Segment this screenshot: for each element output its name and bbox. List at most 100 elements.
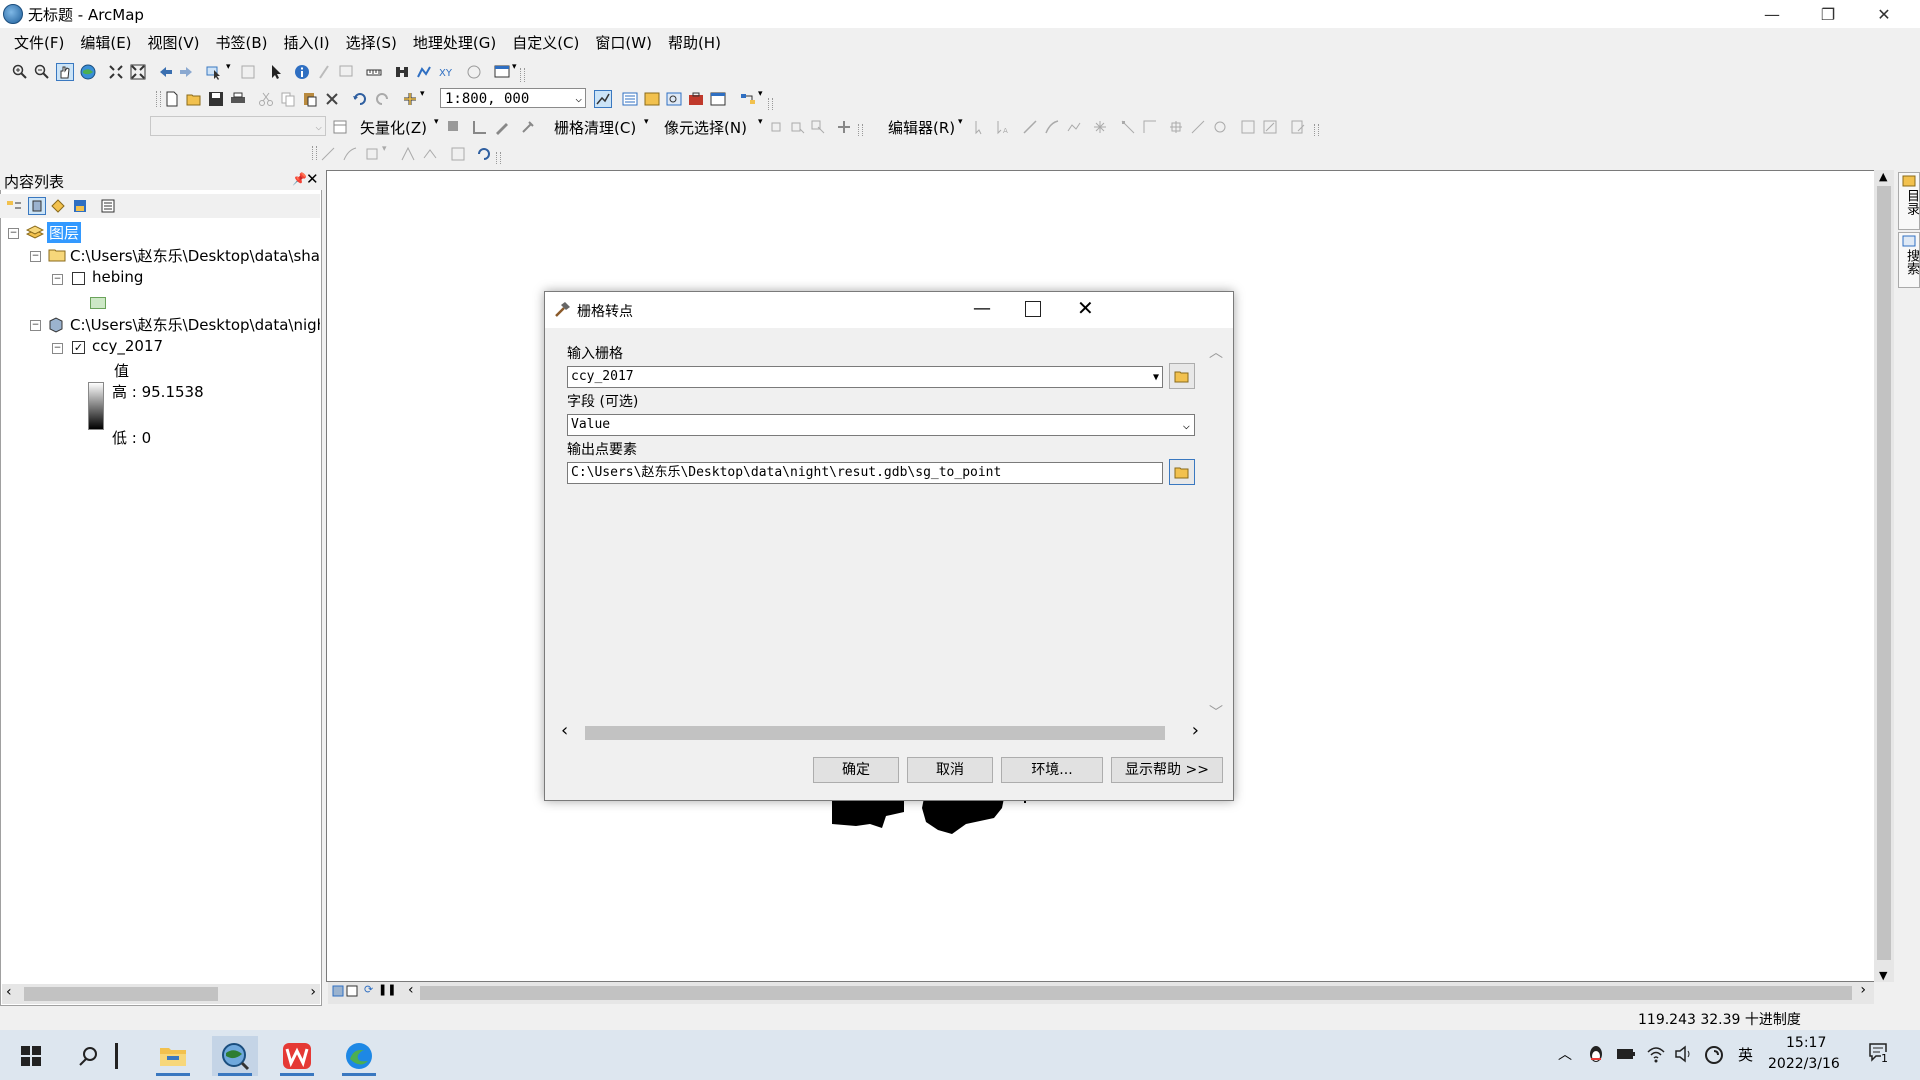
chevron-down-icon[interactable]: ⌵ xyxy=(1183,415,1190,435)
dialog-minimize-button[interactable]: — xyxy=(973,298,991,319)
new-document-icon[interactable] xyxy=(164,91,180,107)
expander-layers-root[interactable]: − xyxy=(8,228,19,239)
viewer-dropdown-arrow-icon[interactable]: ▾ xyxy=(512,62,517,72)
layers-root-label[interactable]: 图层 xyxy=(47,222,82,243)
scroll-right-arrow-icon[interactable]: › xyxy=(1192,720,1199,741)
minimize-button[interactable]: — xyxy=(1744,0,1800,28)
pin-icon[interactable]: 📌 xyxy=(292,172,307,186)
dialog-vertical-scrollbar[interactable]: ︿ ﹀ xyxy=(1207,342,1225,722)
dialog-hscroll-thumb[interactable] xyxy=(585,726,1165,740)
fixed-zoom-out-icon[interactable] xyxy=(130,64,146,80)
show-hidden-icons-chevron-icon[interactable]: ︿ xyxy=(1558,1044,1572,1064)
ccy2017-visibility-checkbox[interactable]: ✓ xyxy=(72,341,85,354)
data-view-icon[interactable] xyxy=(332,985,344,997)
time-slider-icon[interactable] xyxy=(466,64,482,80)
scroll-left-arrow-icon[interactable]: ‹ xyxy=(6,984,12,1000)
python-window-icon[interactable] xyxy=(710,91,726,107)
taskbar-edge-browser[interactable] xyxy=(336,1036,382,1076)
edit-annotation-icon[interactable]: A xyxy=(994,119,1010,135)
topology-edit-icon[interactable] xyxy=(320,146,336,162)
html-popup-icon[interactable] xyxy=(338,64,354,80)
editor-dropdown-arrow-icon[interactable]: ▾ xyxy=(958,117,963,127)
input-language-indicator[interactable]: 英 xyxy=(1738,1044,1753,1065)
toc-scroll-thumb[interactable] xyxy=(24,987,218,1001)
select-dropdown-arrow-icon[interactable]: ▾ xyxy=(226,62,231,72)
sketch-properties-icon[interactable] xyxy=(1262,119,1278,135)
attributes-icon[interactable] xyxy=(1240,119,1256,135)
toolbar-grip[interactable] xyxy=(1314,124,1319,136)
group1-path-label[interactable]: C:\Users\赵东乐\Desktop\data\shap xyxy=(70,245,320,266)
menu-help[interactable]: 帮助(H) xyxy=(660,28,729,58)
cell-selection-menu[interactable]: 像元选择(N) xyxy=(664,117,747,138)
expander-group1[interactable]: − xyxy=(30,251,41,262)
select-connected-cells-icon[interactable] xyxy=(770,119,786,135)
redo-icon[interactable] xyxy=(374,91,390,107)
expander-ccy2017[interactable]: − xyxy=(52,343,63,354)
point-icon[interactable] xyxy=(1092,119,1108,135)
map-vertical-scrollbar[interactable]: ▲ ▼ xyxy=(1874,170,1894,982)
menu-file[interactable]: 文件(F) xyxy=(6,28,72,58)
editor-menu[interactable]: 编辑器(R) xyxy=(888,117,955,138)
full-extent-globe-icon[interactable] xyxy=(80,64,96,80)
scroll-left-arrow-icon[interactable]: ‹ xyxy=(408,982,414,998)
hebing-visibility-checkbox[interactable] xyxy=(72,272,85,285)
raster-pencil-icon[interactable] xyxy=(494,119,510,135)
editor-toolbar-toggle-icon[interactable] xyxy=(594,90,612,108)
raster-painter-icon[interactable] xyxy=(520,119,536,135)
go-to-xy-icon[interactable]: XY xyxy=(438,64,454,80)
input-raster-combobox[interactable]: ccy_2017 ▼ xyxy=(567,366,1163,388)
layer-ccy2017-label[interactable]: ccy_2017 xyxy=(92,337,163,355)
toolbar-grip[interactable] xyxy=(496,152,501,164)
dialog-maximize-button[interactable] xyxy=(1025,301,1041,317)
arctoolbox-icon[interactable] xyxy=(688,91,704,107)
scroll-up-arrow-icon[interactable]: ︿ xyxy=(1209,342,1223,362)
toolbar-grip[interactable] xyxy=(858,124,863,136)
dialog-horizontal-scrollbar[interactable]: ‹ › xyxy=(557,720,1203,742)
search-dock-tab[interactable]: 搜索 xyxy=(1898,232,1920,288)
dialog-close-button[interactable]: ✕ xyxy=(1077,296,1094,320)
cleanup-dropdown-arrow-icon[interactable]: ▾ xyxy=(644,117,649,127)
menu-windows[interactable]: 窗口(W) xyxy=(587,28,660,58)
legend-gradient-ramp[interactable] xyxy=(88,382,104,430)
list-by-selection-icon[interactable] xyxy=(72,198,88,214)
menu-bookmarks[interactable]: 书签(B) xyxy=(208,28,276,58)
add-data-dropdown-arrow-icon[interactable]: ▾ xyxy=(420,89,425,99)
chevron-down-icon[interactable]: ⌵ xyxy=(315,117,322,137)
back-arrow-icon[interactable] xyxy=(158,64,174,80)
menu-edit[interactable]: 编辑(E) xyxy=(72,28,139,58)
topology-shape-icon[interactable] xyxy=(364,146,380,162)
cancel-button[interactable]: 取消 xyxy=(907,757,993,783)
hebing-symbol-swatch[interactable] xyxy=(90,297,106,309)
identify-icon[interactable] xyxy=(294,64,310,80)
trace-icon[interactable] xyxy=(1066,119,1082,135)
vectorize-menu[interactable]: 矢量化(Z) xyxy=(360,117,427,138)
cut-polygons-icon[interactable] xyxy=(1168,119,1184,135)
show-help-button[interactable]: 显示帮助 >> xyxy=(1111,757,1223,783)
ok-button[interactable]: 确定 xyxy=(813,757,899,783)
map-horizontal-scrollbar[interactable]: ⟳ ❚❚ ‹ › xyxy=(328,982,1874,1004)
copy-icon[interactable] xyxy=(280,91,296,107)
open-folder-icon[interactable] xyxy=(186,91,202,107)
menu-geoprocessing[interactable]: 地理处理(G) xyxy=(405,28,504,58)
browse-output-button[interactable] xyxy=(1169,459,1195,485)
add-data-icon[interactable] xyxy=(402,91,418,107)
smooth-icon[interactable] xyxy=(422,146,438,162)
field-combobox[interactable]: Value ⌵ xyxy=(567,414,1195,436)
browse-input-raster-button[interactable] xyxy=(1169,363,1195,389)
cut-icon[interactable] xyxy=(258,91,274,107)
topology-arc-icon[interactable] xyxy=(342,146,358,162)
create-features-icon[interactable] xyxy=(1290,119,1306,135)
expander-group2[interactable]: − xyxy=(30,320,41,331)
menu-selection[interactable]: 选择(S) xyxy=(338,28,405,58)
chevron-down-icon[interactable]: ▼ xyxy=(1153,368,1159,387)
split-tool-icon[interactable] xyxy=(1190,119,1206,135)
close-window-button[interactable]: ✕ xyxy=(1856,0,1912,28)
validate-icon[interactable] xyxy=(450,146,466,162)
straight-segment-icon[interactable] xyxy=(1022,119,1038,135)
task-view-button[interactable] xyxy=(106,1036,126,1076)
select-area-icon[interactable] xyxy=(810,119,826,135)
create-viewer-window-icon[interactable] xyxy=(494,64,510,80)
search-window-icon[interactable] xyxy=(666,91,682,107)
hyperlink-icon[interactable] xyxy=(316,64,332,80)
battery-icon[interactable] xyxy=(1616,1047,1636,1061)
